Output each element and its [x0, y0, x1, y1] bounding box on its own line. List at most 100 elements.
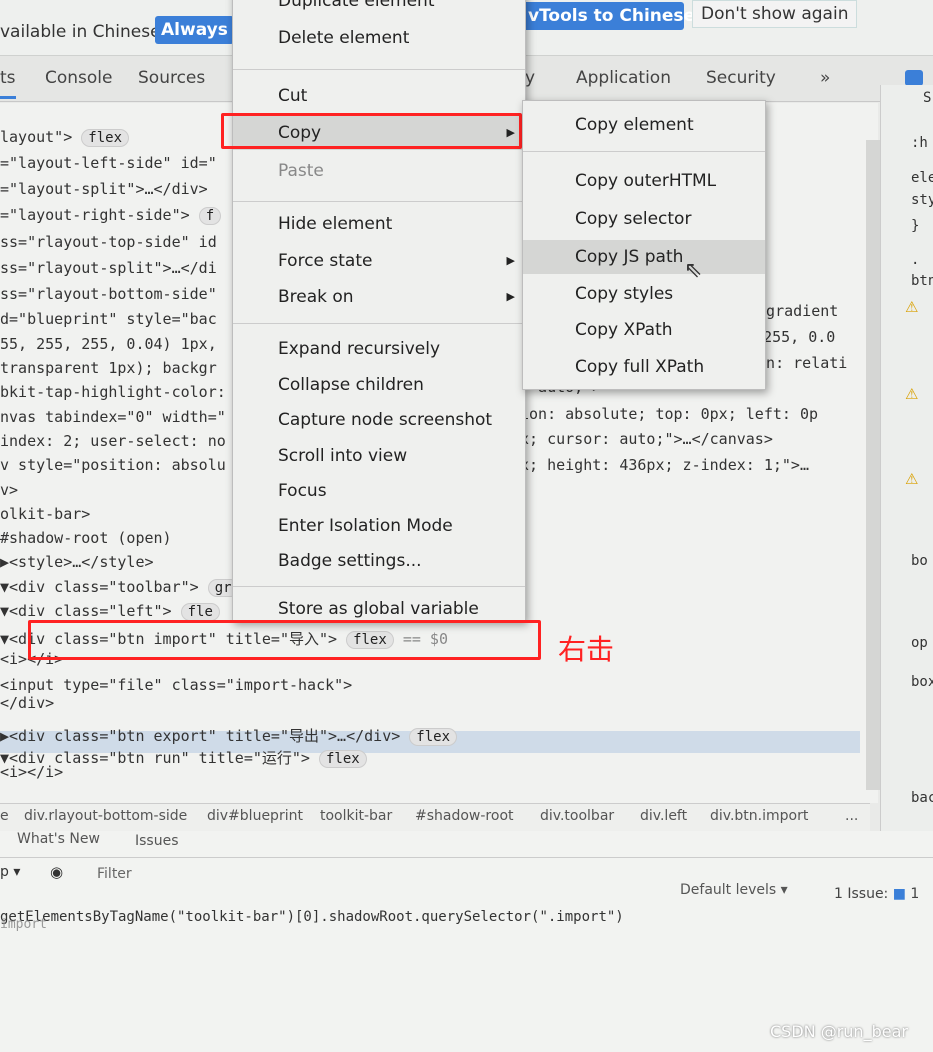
drawer-tab-issues[interactable]: Issues — [135, 833, 179, 849]
dom-node-line[interactable]: </div> — [0, 694, 54, 712]
dom-node-line[interactable]: v> — [0, 481, 18, 499]
context-menu-item-scroll-into-view[interactable]: Scroll into view — [233, 439, 525, 473]
tab-sources[interactable]: Sources — [138, 68, 205, 88]
layout-badge[interactable]: flex — [81, 129, 129, 147]
context-menu-item-break-on[interactable]: Break on ▶ — [233, 280, 525, 314]
tab-security[interactable]: Security — [706, 68, 776, 88]
context-menu-item-duplicate-element[interactable]: Duplicate element — [233, 0, 525, 18]
dom-node-line[interactable]: ss="rlayout-top-side" id — [0, 233, 217, 251]
tab-memory[interactable]: y — [525, 68, 535, 88]
menu-separator — [523, 151, 765, 152]
dom-node-line[interactable]: ss="rlayout-split">…</di — [0, 259, 217, 277]
context-menu-item-force-state[interactable]: Force state ▶ — [233, 244, 525, 278]
more-tabs-icon[interactable]: » — [820, 68, 830, 88]
tab-application[interactable]: Application — [576, 68, 671, 88]
breadcrumb-item[interactable]: div#blueprint — [207, 808, 303, 824]
layout-badge[interactable]: flex — [409, 728, 458, 746]
context-menu-item-expand-recursively[interactable]: Expand recursively — [233, 332, 525, 366]
issues-icon[interactable] — [905, 70, 923, 86]
submenu-item-copy-js-path[interactable]: Copy JS path — [523, 240, 765, 274]
log-levels-dropdown[interactable]: Default levels ▾ — [680, 882, 788, 898]
menu-separator — [233, 586, 525, 587]
breadcrumb-item[interactable]: e — [0, 808, 9, 824]
drawer-tab-whats-new[interactable]: What's New — [17, 831, 100, 847]
console-drawer: What's New Issues p ▾ ◉ Filter Default l… — [0, 831, 933, 1052]
annotation-box-copy — [221, 113, 522, 149]
dom-node-line[interactable]: index: 2; user-select: no — [0, 432, 226, 450]
dom-node-line[interactable]: ="layout-left-side" id=" — [0, 154, 217, 172]
styles-pane-text: S — [923, 90, 932, 106]
context-menu-item-enter-isolation-mode[interactable]: Enter Isolation Mode — [233, 509, 525, 543]
dom-node-line[interactable]: ▶<style>…</style> — [0, 553, 154, 571]
breadcrumb-item[interactable]: div.rlayout-bottom-side — [24, 808, 187, 824]
styles-pane-text: } — [911, 218, 920, 234]
dom-node-line[interactable]: <input type="file" class="import-hack"> — [0, 676, 352, 694]
tab-elements[interactable]: ts — [0, 68, 16, 99]
submenu-item-copy-full-xpath[interactable]: Copy full XPath — [523, 350, 765, 384]
dont-show-again-button[interactable]: Don't show again — [692, 0, 858, 28]
layout-badge[interactable]: fle — [180, 603, 220, 621]
warning-icon: ⚠ — [905, 470, 919, 488]
dom-node-line[interactable]: olkit-bar> — [0, 505, 90, 523]
dom-node-line[interactable]: <i></i> — [0, 763, 63, 781]
annotation-box-selected-node — [28, 620, 541, 660]
always-match-chrome-language-button[interactable]: Always — [155, 16, 234, 44]
context-menu-item-focus[interactable]: Focus — [233, 474, 525, 508]
breadcrumb-item[interactable]: div.btn.import — [710, 808, 808, 824]
tab-console[interactable]: Console — [45, 68, 113, 88]
dom-node-line[interactable]: ="layout-right-side"> f — [0, 206, 222, 225]
dom-node-line[interactable]: transparent 1px); backgr — [0, 359, 217, 377]
submenu-arrow-icon: ▶ — [506, 290, 515, 303]
submenu-item-copy-selector[interactable]: Copy selector — [523, 202, 765, 236]
issues-counter[interactable]: 1 Issue: ■ 1 — [834, 886, 919, 902]
dom-node-line[interactable]: ▼<div class="left"> fle — [0, 602, 220, 621]
issues-label: 1 Issue: — [834, 886, 889, 902]
dom-node-line[interactable]: ▼<div class="toolbar"> gr — [0, 578, 239, 597]
issues-count: 1 — [910, 886, 920, 902]
breadcrumb-item[interactable]: ... — [845, 808, 858, 824]
context-menu-item-paste: Paste — [278, 161, 324, 181]
submenu-item-copy-xpath[interactable]: Copy XPath — [523, 313, 765, 347]
console-input-line[interactable]: getElementsByTagName("toolkit-bar")[0].s… — [0, 909, 624, 925]
dom-node-line[interactable]: ▶<div class="btn export" title="导出">…</d… — [0, 725, 458, 746]
mouse-cursor-icon: ⇖ — [684, 258, 703, 283]
dom-node-line[interactable]: ss="rlayout-bottom-side" — [0, 285, 217, 303]
dom-node-line[interactable]: nvas tabindex="0" width=" — [0, 408, 226, 426]
context-menu-item-badge-settings[interactable]: Badge settings... — [233, 544, 525, 578]
breadcrumb-item[interactable]: toolkit-bar — [320, 808, 392, 824]
filter-input[interactable]: Filter — [97, 866, 132, 882]
dom-node-line[interactable]: #shadow-root (open) — [0, 529, 172, 547]
breadcrumb-item[interactable]: div.left — [640, 808, 687, 824]
context-menu-item-collapse-children[interactable]: Collapse children — [233, 368, 525, 402]
styles-pane-text: . — [911, 252, 920, 268]
dom-node-line[interactable]: v style="position: absolu — [0, 456, 226, 474]
console-result: import — [0, 917, 47, 932]
dom-node-line[interactable]: 55, 255, 255, 0.04) 1px, — [0, 335, 217, 353]
context-menu-item-delete-element[interactable]: Delete element — [233, 21, 525, 55]
submenu-arrow-icon: ▶ — [506, 254, 515, 267]
dom-node-line[interactable]: d="blueprint" style="bac — [0, 310, 217, 328]
styles-pane: S:h ele sty}. btn bo op box backgr ⚠ ⚠ ⚠ — [880, 85, 933, 945]
styles-pane-text: bo — [911, 553, 928, 569]
styles-pane-text: op — [911, 635, 928, 651]
submenu-item-copy-element[interactable]: Copy element — [523, 108, 765, 142]
layout-badge[interactable]: flex — [319, 750, 367, 768]
styles-pane-text: btn — [911, 273, 933, 289]
context-menu-item-capture-node-screenshot[interactable]: Capture node screenshot — [233, 403, 525, 437]
breadcrumb-item[interactable]: #shadow-root — [415, 808, 514, 824]
submenu-item-copy-outerhtml[interactable]: Copy outerHTML — [523, 164, 765, 198]
switch-to-chinese-button[interactable]: vTools to Chinese — [522, 2, 695, 30]
styles-pane-text: box — [911, 674, 933, 690]
submenu-item-copy-styles[interactable]: Copy styles — [523, 277, 765, 311]
menu-separator — [233, 69, 525, 70]
context-selector[interactable]: p ▾ — [0, 864, 20, 880]
breadcrumb-item[interactable]: div.toolbar — [540, 808, 614, 824]
context-menu-item-hide-element[interactable]: Hide element — [233, 207, 525, 241]
menu-separator — [233, 201, 525, 202]
layout-badge[interactable]: f — [198, 207, 222, 225]
dom-node-line[interactable]: layout"> flex — [0, 128, 129, 147]
dom-node-line[interactable]: ="layout-split">…</div> — [0, 180, 208, 198]
context-menu-item-cut[interactable]: Cut — [233, 79, 525, 113]
dom-node-line[interactable]: bkit-tap-highlight-color: — [0, 383, 226, 401]
eye-icon[interactable]: ◉ — [50, 863, 63, 881]
